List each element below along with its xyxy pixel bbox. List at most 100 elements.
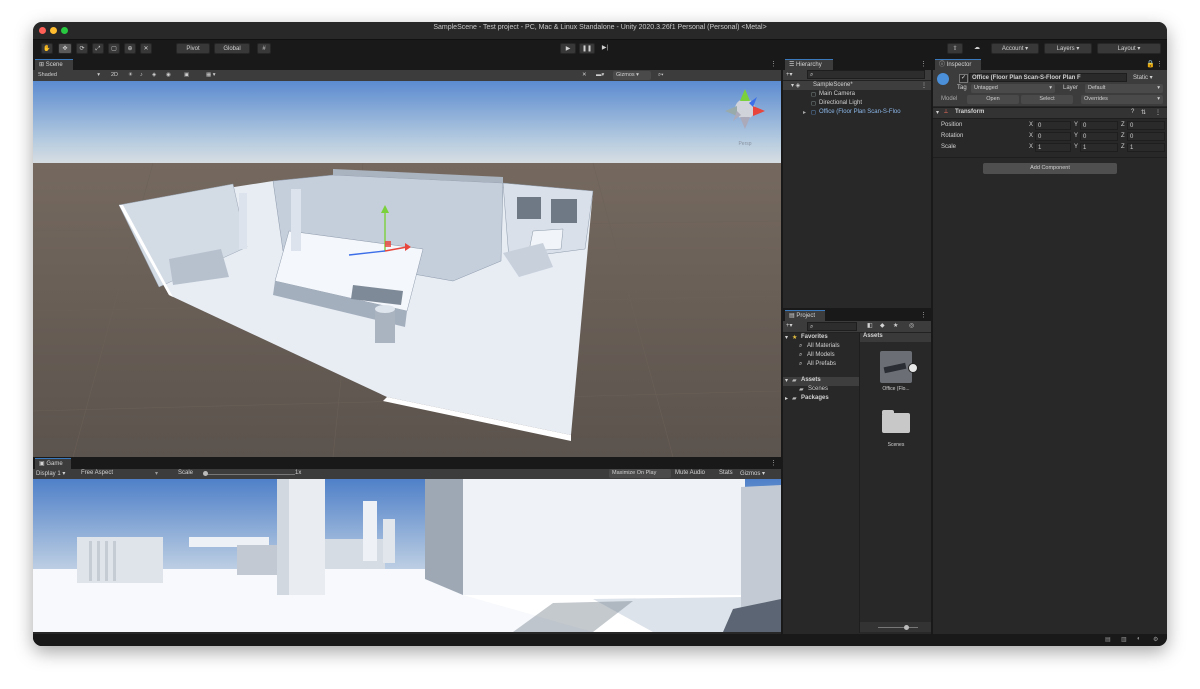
hierarchy-item[interactable]: ▸ ◻ Office (Floor Plan Scan-S-Floo (783, 109, 931, 118)
aspect-dropdown[interactable]: Free Aspect (81, 470, 113, 476)
account-dropdown[interactable]: Account ▾ (991, 43, 1039, 54)
expand-arrow-icon[interactable]: ▸ (803, 109, 806, 116)
shading-mode-dropdown[interactable]: Shaded ▾ (35, 71, 103, 80)
game-gizmos-dropdown[interactable]: Gizmos ▾ (740, 470, 765, 477)
hierarchy-item[interactable]: ◻ Directional Light (783, 100, 931, 109)
lighting-toggle-icon[interactable]: ☀ (125, 71, 135, 80)
favorites-item[interactable]: ⌕ All Prefabs (783, 361, 859, 370)
aspect-chevron-icon[interactable]: ▾ (155, 470, 158, 477)
project-menu-icon[interactable]: ⋮ (920, 311, 927, 319)
scene-search-icon[interactable]: ⌕▾ (655, 71, 675, 80)
play-button[interactable]: ▶ (560, 43, 576, 54)
layout-dropdown[interactable]: Layout ▾ (1097, 43, 1161, 54)
project-add-icon[interactable]: +▾ (786, 322, 793, 329)
tag-dropdown[interactable]: Untagged ▾ (971, 84, 1055, 93)
hidden-objects-icon[interactable]: ◉ (163, 71, 177, 80)
expand-arrow-icon[interactable]: ▸ (785, 395, 788, 402)
game-menu-icon[interactable]: ⋮ (770, 459, 777, 467)
help-icon[interactable]: ? (1131, 109, 1134, 115)
object-name-field[interactable]: Office (Floor Plan Scan-S-Floor Plan F (969, 73, 1127, 82)
axis-z-label[interactable]: Z (1121, 133, 1125, 139)
tab-project[interactable]: ▤ Project (785, 310, 825, 321)
rotate-tool-icon[interactable]: ⟳ (76, 43, 88, 54)
maximize-on-play-toggle[interactable]: Maximize On Play (609, 469, 671, 478)
global-toggle[interactable]: Global (214, 43, 250, 54)
expand-arrow-icon[interactable]: ▾ (785, 377, 788, 384)
axis-z-label[interactable]: Z (1121, 122, 1125, 128)
hierarchy-item[interactable]: ◻ Main Camera (783, 91, 931, 100)
rotation-y-field[interactable]: 0 (1080, 132, 1118, 141)
cloud-icon[interactable]: ☁ (969, 43, 985, 54)
2d-toggle[interactable]: 2D (108, 71, 122, 80)
rect-tool-icon[interactable]: ▢ (108, 43, 120, 54)
collab-icon[interactable]: ⇧ (947, 43, 963, 54)
expand-arrow-icon[interactable]: ▾ (785, 334, 788, 341)
add-component-button[interactable]: Add Component (983, 163, 1117, 174)
breadcrumb-assets[interactable]: Assets (863, 333, 883, 339)
lock-icon[interactable]: 🔒 (1146, 60, 1155, 68)
layer-dropdown[interactable]: Default ▾ (1085, 84, 1163, 93)
game-viewport[interactable] (33, 479, 781, 632)
asset-model-item[interactable]: Office (Flo... (876, 351, 918, 399)
grid-toggle-icon[interactable]: ▦ ▾ (203, 71, 225, 80)
filter-label-icon[interactable]: ◆ (880, 322, 885, 329)
hierarchy-menu-icon[interactable]: ⋮ (920, 60, 927, 68)
pause-button[interactable]: ❚❚ (579, 43, 595, 54)
transform-header[interactable]: ▾ ⟂ Transform ? ⇅ ⋮ (933, 107, 1167, 119)
rotation-x-field[interactable]: 0 (1035, 132, 1071, 141)
step-button[interactable]: ▶| (598, 43, 612, 54)
favorite-icon[interactable]: ★ (893, 322, 898, 329)
scene-menu-icon[interactable]: ⋮ (770, 60, 777, 68)
stats-toggle[interactable]: Stats (719, 470, 733, 476)
hierarchy-search-input[interactable]: ⌕ (807, 70, 925, 79)
tools-icon[interactable]: ✕ (579, 71, 591, 80)
overrides-dropdown[interactable]: Overrides ▾ (1081, 95, 1163, 104)
tab-game[interactable]: ▣ Game (35, 458, 71, 469)
icon-size-slider-handle[interactable] (904, 625, 909, 630)
filter-type-icon[interactable]: ◧ (867, 322, 873, 329)
inspector-menu-icon[interactable]: ⋮ (1156, 60, 1163, 68)
project-search-input[interactable]: ⌕ (807, 322, 857, 331)
audio-toggle-icon[interactable]: ♪ (137, 71, 147, 80)
favorites-item[interactable]: ⌕ All Materials (783, 343, 859, 352)
custom-tool-icon[interactable]: ✕ (140, 43, 152, 54)
progress-icon[interactable]: ▥ (1121, 636, 1127, 643)
tab-scene[interactable]: ⊞ Scene (35, 59, 73, 70)
auto-generate-lighting-icon[interactable]: ◐ (1137, 636, 1141, 642)
debug-mode-icon[interactable]: ⚙ (1153, 636, 1158, 643)
select-button[interactable]: Select (1021, 95, 1073, 104)
rotation-z-field[interactable]: 0 (1127, 132, 1165, 141)
open-button[interactable]: Open (967, 95, 1019, 104)
axis-x-label[interactable]: X (1029, 122, 1033, 128)
camera-icon[interactable]: ▬▾ (593, 71, 611, 80)
collapse-arrow-icon[interactable]: ▾ (936, 109, 939, 116)
scale-slider-handle[interactable] (203, 471, 208, 476)
active-checkbox[interactable]: ✓ (959, 74, 968, 83)
mute-audio-toggle[interactable]: Mute Audio (675, 470, 705, 476)
position-z-field[interactable]: 0 (1127, 121, 1165, 130)
position-y-field[interactable]: 0 (1080, 121, 1118, 130)
static-toggle[interactable]: Static ▾ (1133, 74, 1153, 81)
scale-y-field[interactable]: 1 (1080, 143, 1118, 152)
hierarchy-add-icon[interactable]: +▾ (786, 71, 793, 78)
component-menu-icon[interactable]: ⋮ (1155, 109, 1161, 116)
move-tool-icon[interactable]: ✥ (58, 43, 72, 54)
scale-z-field[interactable]: 1 (1127, 143, 1165, 152)
effects-toggle-icon[interactable]: ◈ (149, 71, 159, 80)
axis-y-label[interactable]: Y (1074, 144, 1078, 150)
position-x-field[interactable]: 0 (1035, 121, 1071, 130)
axis-x-label[interactable]: X (1029, 144, 1033, 150)
scene-menu-icon[interactable]: ⋮ (921, 82, 927, 89)
pivot-toggle[interactable]: Pivot (176, 43, 210, 54)
hierarchy-scene-row[interactable]: ▾ ◈ SampleScene* ⋮ (783, 81, 931, 90)
hand-tool-icon[interactable]: ✋ (41, 43, 53, 54)
console-icon[interactable]: ▤ (1105, 636, 1111, 643)
scale-tool-icon[interactable]: ⤢ (92, 43, 104, 54)
tab-inspector[interactable]: ⓘ Inspector (935, 59, 981, 70)
tab-hierarchy[interactable]: ☰ Hierarchy (785, 59, 833, 70)
scale-x-field[interactable]: 1 (1035, 143, 1071, 152)
scenes-folder[interactable]: ▰ Scenes (783, 386, 859, 395)
axis-y-label[interactable]: Y (1074, 122, 1078, 128)
preset-icon[interactable]: ⇅ (1141, 109, 1146, 116)
hidden-packages-icon[interactable]: ◎ (909, 322, 914, 329)
